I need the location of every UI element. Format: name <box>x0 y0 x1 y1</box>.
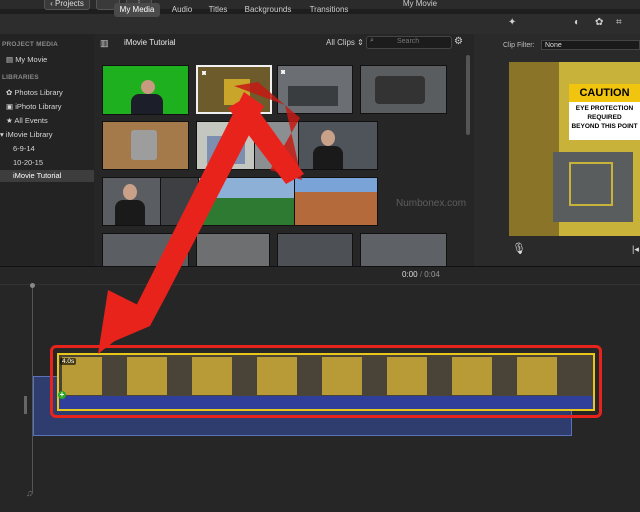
annotation-arrow <box>98 82 304 354</box>
